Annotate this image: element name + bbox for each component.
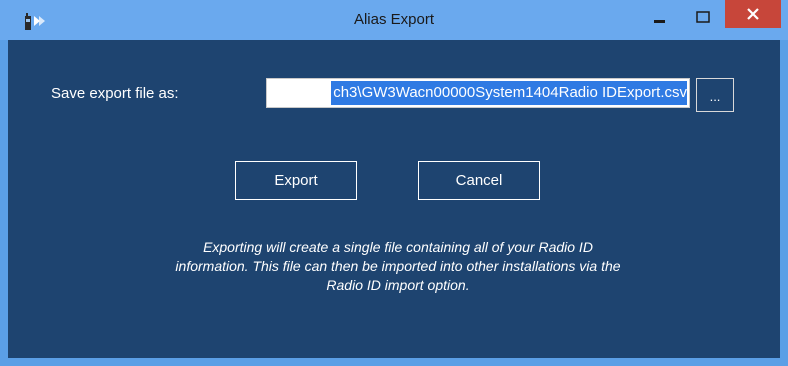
close-button[interactable] <box>725 0 781 28</box>
title-bar[interactable]: Alias Export <box>0 0 788 40</box>
info-line-3: Radio ID import option. <box>326 277 470 293</box>
maximize-button[interactable] <box>686 4 720 30</box>
minimize-button[interactable] <box>643 4 677 30</box>
info-line-2: information. This file can then be impor… <box>175 258 621 274</box>
export-button[interactable]: Export <box>235 161 357 200</box>
cancel-button[interactable]: Cancel <box>418 161 540 200</box>
export-path-value: ch3\GW3Wacn00000System1404Radio IDExport… <box>331 81 687 105</box>
dialog-body: Save export file as: ch3\GW3Wacn00000Sys… <box>8 40 780 358</box>
alias-export-window: Alias Export Save export file as: ch3\GW… <box>0 0 788 366</box>
browse-button[interactable]: ... <box>696 78 734 112</box>
save-label: Save export file as: <box>51 85 179 102</box>
minimize-icon <box>654 20 665 23</box>
export-path-input[interactable]: ch3\GW3Wacn00000System1404Radio IDExport… <box>266 78 690 108</box>
maximize-icon <box>696 11 710 23</box>
info-line-1: Exporting will create a single file cont… <box>203 239 593 255</box>
export-info-text: Exporting will create a single file cont… <box>118 238 678 295</box>
close-icon <box>747 8 759 20</box>
